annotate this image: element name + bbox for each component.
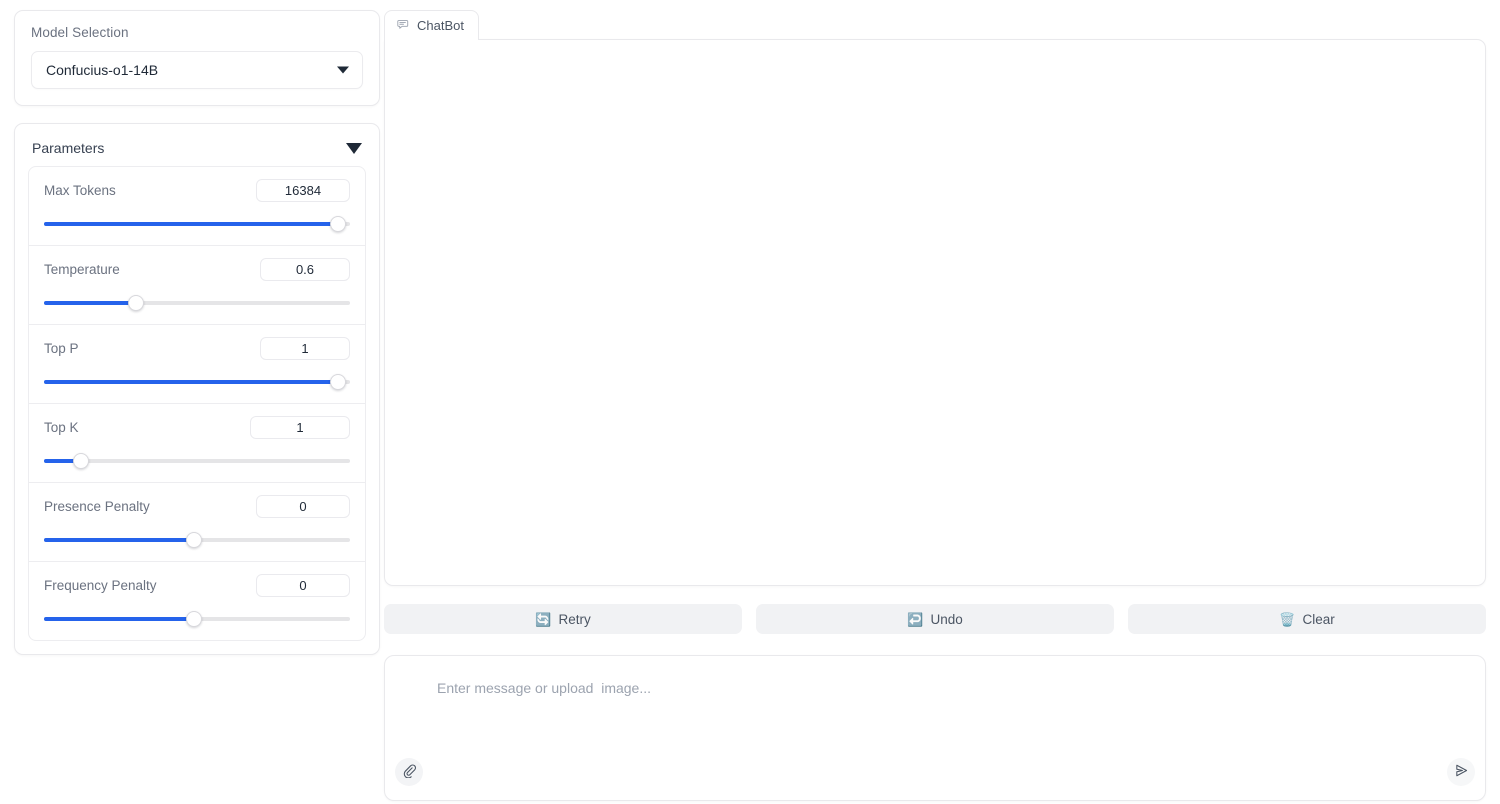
slider-thumb[interactable] [127, 295, 144, 311]
parameters-title: Parameters [32, 140, 105, 156]
parameter-slider[interactable] [44, 374, 350, 390]
slider-thumb[interactable] [72, 453, 89, 469]
slider-thumb[interactable] [185, 611, 202, 627]
model-selection-value: Confucius-o1-14B [46, 62, 159, 78]
parameters-header[interactable]: Parameters [28, 134, 366, 166]
chat-message-panel [384, 39, 1486, 586]
slider-fill [44, 301, 136, 305]
parameter-label: Top P [44, 341, 79, 356]
parameter-row-frequency-penalty: Frequency Penalty 0 [29, 562, 365, 640]
sidebar: Model Selection Confucius-o1-14B Paramet… [0, 0, 380, 804]
wastebasket-icon: 🗑️ [1279, 611, 1296, 627]
parameter-slider[interactable] [44, 453, 350, 469]
undo-arrow-icon: ↩️ [907, 611, 924, 627]
model-selection-card: Model Selection Confucius-o1-14B [14, 10, 380, 106]
undo-button-label: Undo [930, 611, 963, 627]
send-message-button[interactable] [1447, 758, 1475, 786]
undo-button[interactable]: ↩️ Undo [756, 604, 1114, 634]
slider-thumb[interactable] [329, 216, 346, 232]
clear-button[interactable]: 🗑️ Clear [1128, 604, 1486, 634]
parameter-slider[interactable] [44, 216, 350, 232]
chat-bubble-icon [397, 18, 410, 34]
slider-track [44, 459, 350, 463]
parameter-value-input[interactable]: 0 [256, 495, 350, 518]
parameter-row-temperature: Temperature 0.6 [29, 246, 365, 325]
parameter-row-max-tokens: Max Tokens 16384 [29, 167, 365, 246]
parameter-value-input[interactable]: 1 [260, 337, 350, 360]
message-input-placeholder[interactable]: Enter message or upload image... [437, 680, 651, 696]
parameter-label: Presence Penalty [44, 499, 150, 514]
tab-chatbot[interactable]: ChatBot [384, 10, 479, 40]
retry-button-label: Retry [558, 611, 591, 627]
model-selection-label: Model Selection [31, 25, 129, 40]
paperclip-icon [402, 763, 417, 781]
model-selection-dropdown[interactable]: Confucius-o1-14B [31, 51, 363, 89]
parameter-slider[interactable] [44, 532, 350, 548]
parameter-label: Frequency Penalty [44, 578, 157, 593]
parameter-slider[interactable] [44, 295, 350, 311]
slider-thumb[interactable] [329, 374, 346, 390]
slider-fill [44, 222, 338, 226]
slider-fill [44, 538, 194, 542]
send-paper-plane-icon [1454, 763, 1469, 781]
triangle-down-icon[interactable] [346, 142, 362, 154]
chat-action-buttons: 🔄 Retry ↩️ Undo 🗑️ Clear [384, 604, 1486, 634]
tab-strip: ChatBot [384, 10, 1486, 40]
message-composer[interactable]: Enter message or upload image... [384, 655, 1486, 801]
slider-fill [44, 380, 338, 384]
parameter-row-top-k: Top K 1 [29, 404, 365, 483]
app-root: Model Selection Confucius-o1-14B Paramet… [0, 0, 1500, 804]
parameter-value-input[interactable]: 1 [250, 416, 350, 439]
slider-fill [44, 617, 194, 621]
parameter-label: Top K [44, 420, 79, 435]
retry-button[interactable]: 🔄 Retry [384, 604, 742, 634]
clear-button-label: Clear [1302, 611, 1335, 627]
parameter-label: Max Tokens [44, 183, 116, 198]
slider-thumb[interactable] [185, 532, 202, 548]
parameter-value-input[interactable]: 0 [256, 574, 350, 597]
parameter-row-presence-penalty: Presence Penalty 0 [29, 483, 365, 562]
counterclockwise-arrows-icon: 🔄 [535, 611, 552, 627]
parameter-label: Temperature [44, 262, 120, 277]
chevron-down-icon [337, 66, 349, 74]
attach-file-button[interactable] [395, 758, 423, 786]
tab-label: ChatBot [417, 18, 464, 33]
parameters-list: Max Tokens 16384 Temperature 0.6 Top P 1… [28, 166, 366, 641]
main-area: ChatBot 🔄 Retry ↩️ Undo 🗑️ Clear Enter m… [380, 0, 1500, 804]
parameter-value-input[interactable]: 0.6 [260, 258, 350, 281]
parameter-value-input[interactable]: 16384 [256, 179, 350, 202]
parameter-slider[interactable] [44, 611, 350, 627]
parameter-row-top-p: Top P 1 [29, 325, 365, 404]
parameters-card: Parameters Max Tokens 16384 Temperature … [14, 123, 380, 655]
